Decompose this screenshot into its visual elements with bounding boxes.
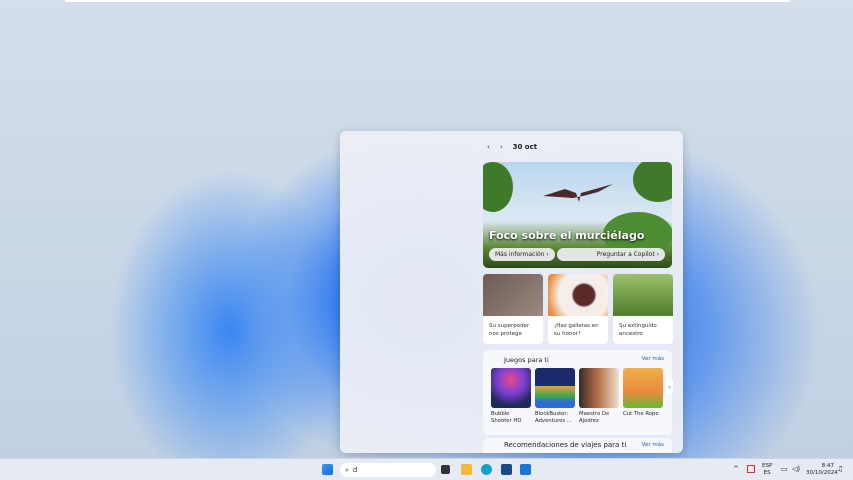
outlook-icon[interactable]	[520, 464, 531, 475]
volume-icon[interactable]: ◁)	[792, 465, 800, 473]
game-item[interactable]: Bubble Shooter HD	[491, 368, 531, 426]
hero-title: Foco sobre el murciélago	[489, 229, 645, 242]
game-item[interactable]: BlockBuster: Adventures ...	[535, 368, 575, 426]
task-view-icon[interactable]	[441, 465, 450, 474]
file-explorer-icon[interactable]	[461, 464, 472, 475]
game-item[interactable]: Maestro De Ajedrez	[579, 368, 619, 426]
store-icon[interactable]	[501, 464, 512, 475]
search-icon: ⌕	[345, 465, 349, 474]
bat-image	[543, 184, 613, 202]
more-info-button[interactable]: Más información ›	[489, 248, 555, 261]
edge-icon[interactable]	[481, 464, 492, 475]
games-next-icon[interactable]: ›	[666, 380, 673, 394]
clock[interactable]: 8:47 30/10/2024	[806, 463, 838, 476]
story-card[interactable]: Su superpoder nos protege	[483, 274, 543, 344]
date-label: 30 oct	[512, 143, 538, 151]
date-nav: ‹ › 30 oct	[487, 143, 537, 151]
travel-see-more-link[interactable]: Ver más	[642, 442, 664, 448]
network-icon[interactable]: ▭	[781, 465, 788, 473]
story-cards: Su superpoder nos protege ¡Haz galletas …	[483, 274, 673, 344]
travel-section: Recomendaciones de viajes para ti Ver má…	[483, 438, 672, 453]
story-card[interactable]: ¡Haz galletas en su honor!	[548, 274, 608, 344]
window-edge	[65, 0, 790, 2]
next-arrow-icon[interactable]: ›	[500, 143, 503, 151]
language-indicator[interactable]: ESP ES	[762, 463, 772, 476]
prev-arrow-icon[interactable]: ‹	[487, 143, 490, 151]
ask-copilot-button[interactable]: Preguntar a Copilot ›	[557, 248, 665, 261]
travel-title: Recomendaciones de viajes para ti	[504, 441, 627, 449]
start-icon[interactable]	[322, 464, 333, 475]
security-icon[interactable]	[747, 465, 755, 473]
story-card[interactable]: Su extinguido ancestro	[613, 274, 673, 344]
games-section: Juegos para ti Ver más Bubble Shooter HD…	[483, 350, 673, 435]
taskbar: ⌕ d ^ ESP ES ▭ ◁) 8:47 30/10/2024 ♫	[0, 458, 853, 480]
hero-card[interactable]: Foco sobre el murciélago Más información…	[483, 162, 672, 268]
tray-chevron-icon[interactable]: ^	[733, 465, 739, 473]
games-see-more-link[interactable]: Ver más	[642, 356, 664, 362]
widgets-panel: ‹ › 30 oct Foco sobre el murciélago Más …	[340, 131, 683, 453]
game-item[interactable]: Cut The Rope	[623, 368, 663, 426]
search-input[interactable]: ⌕ d	[340, 463, 436, 477]
games-title: Juegos para ti	[504, 356, 549, 364]
notification-bell-icon[interactable]: ♫	[837, 465, 843, 473]
